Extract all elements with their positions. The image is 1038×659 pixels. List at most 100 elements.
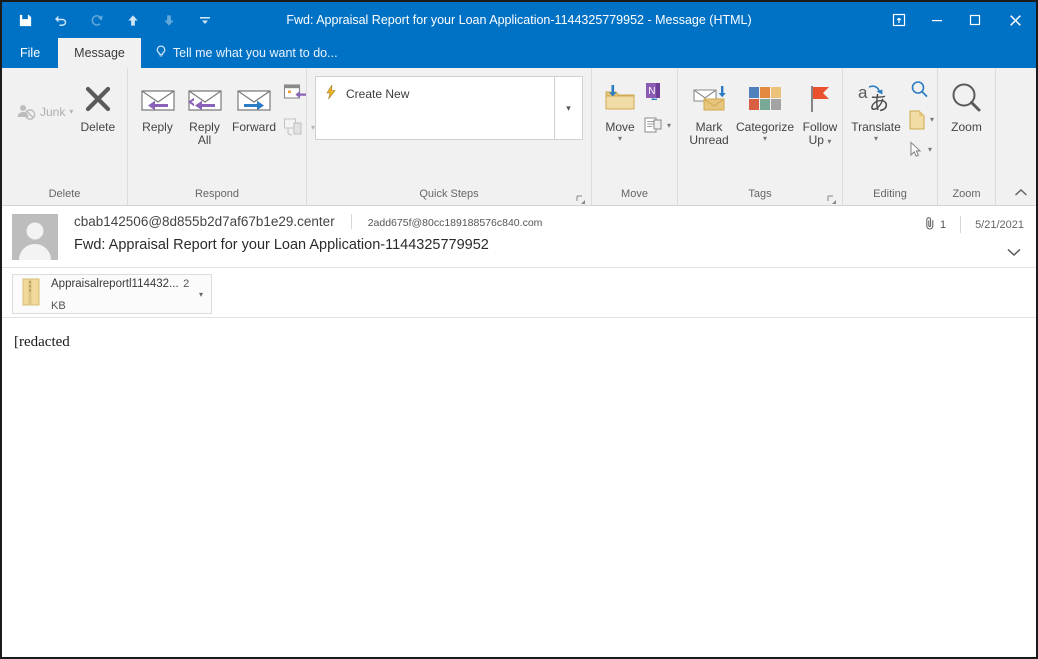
- message-subject: Fwd: Appraisal Report for your Loan Appl…: [74, 237, 489, 253]
- junk-label: Junk: [40, 104, 66, 119]
- group-label-quick-steps: Quick Steps: [307, 183, 591, 205]
- message-header-meta: 1 5/21/2021: [925, 216, 1024, 233]
- move-button[interactable]: Move ▾: [600, 74, 640, 143]
- mark-unread-icon: [690, 78, 728, 120]
- message-header: cbab142506@8d855b2d7af67b1e29.center 2ad…: [2, 206, 1036, 268]
- ribbon-group-move: Move ▾ N ▾ Move: [592, 68, 678, 205]
- quick-steps-dialog-launcher[interactable]: [576, 191, 586, 204]
- ribbon: Junk ▾ Delete Delete Reply Reply All For…: [2, 68, 1036, 206]
- follow-up-flag-icon: [803, 78, 837, 120]
- tell-me-box[interactable]: Tell me what you want to do...: [141, 38, 352, 68]
- move-label: Move: [605, 120, 635, 134]
- tab-file[interactable]: File: [2, 38, 59, 68]
- rules-caret-icon: ▾: [667, 121, 672, 130]
- tab-message[interactable]: Message: [58, 38, 141, 68]
- rules-button[interactable]: ▾: [640, 112, 674, 140]
- attachment-meta: Appraisalreportl114432... 2 KB: [51, 272, 191, 315]
- translate-button[interactable]: aあ Translate ▾: [849, 74, 903, 143]
- tags-dialog-launcher[interactable]: [827, 191, 837, 204]
- editing-small-buttons: ▾ ▾: [903, 74, 937, 164]
- forward-button[interactable]: Forward: [228, 74, 280, 135]
- attachment-dropdown-icon[interactable]: ▾: [199, 290, 205, 299]
- maximize-icon[interactable]: [956, 4, 994, 36]
- close-icon[interactable]: [994, 4, 1036, 36]
- group-label-delete: Delete: [48, 188, 81, 200]
- zip-file-icon: [19, 277, 43, 312]
- reply-all-button[interactable]: Reply All: [181, 74, 228, 147]
- forward-icon: [234, 78, 274, 120]
- delete-button[interactable]: Delete: [75, 74, 121, 135]
- collapse-ribbon-icon[interactable]: [1014, 186, 1028, 201]
- follow-up-label: Follow Up ▾: [802, 120, 838, 148]
- follow-up-button[interactable]: Follow Up ▾: [796, 74, 844, 147]
- ribbon-group-respond: Reply Reply All Forward ▾ Respond: [128, 68, 315, 205]
- reply-all-icon: [185, 78, 225, 120]
- mark-unread-button[interactable]: Mark Unread: [684, 74, 734, 147]
- touch-mode-icon[interactable]: [880, 4, 918, 36]
- ribbon-group-quick-steps: Create New ▾ Quick Steps: [307, 68, 592, 205]
- quick-steps-gallery[interactable]: Create New ▾: [315, 76, 583, 140]
- delete-label: Delete: [80, 120, 116, 134]
- quick-access-toolbar: [2, 9, 216, 31]
- reply-label: Reply: [142, 120, 173, 134]
- categorize-button[interactable]: Categorize ▾: [734, 74, 796, 143]
- window-controls: [880, 2, 1036, 38]
- attachment-name: Appraisalreportl114432...: [51, 278, 179, 291]
- delete-x-icon: [80, 78, 116, 120]
- translate-label: Translate: [851, 120, 901, 134]
- redo-icon: [86, 9, 108, 31]
- avatar: [12, 214, 58, 260]
- svg-text:あ: あ: [869, 93, 889, 115]
- message-participants: cbab142506@8d855b2d7af67b1e29.center 2ad…: [74, 214, 1026, 229]
- reply-icon: [138, 78, 178, 120]
- forward-label: Forward: [232, 120, 277, 134]
- expand-header-chevron-down-icon[interactable]: [1006, 244, 1022, 260]
- quick-step-label: Create New: [346, 86, 410, 101]
- find-document-button[interactable]: ▾: [903, 106, 937, 134]
- junk-button: Junk ▾: [8, 74, 73, 122]
- find-document-caret-icon: ▾: [930, 115, 935, 124]
- undo-icon[interactable]: [50, 9, 72, 31]
- sender-address[interactable]: cbab142506@8d855b2d7af67b1e29.center: [74, 214, 352, 229]
- message-body-text: [redacted: [14, 334, 70, 350]
- reply-button[interactable]: Reply: [134, 74, 181, 135]
- zoom-button[interactable]: Zoom: [944, 74, 989, 135]
- message-body[interactable]: [redacted: [2, 318, 1036, 657]
- up-arrow-icon[interactable]: [122, 9, 144, 31]
- title-bar: Fwd: Appraisal Report for your Loan Appl…: [2, 2, 1036, 38]
- tags-label-text: Tags: [748, 188, 772, 200]
- move-small-buttons: N ▾: [640, 74, 674, 140]
- onenote-button[interactable]: N: [640, 78, 674, 106]
- group-label-tags: Tags: [678, 183, 842, 205]
- customize-qat-icon[interactable]: [194, 9, 216, 31]
- categorize-label: Categorize: [735, 120, 795, 134]
- follow-up-caret-icon: ▾: [827, 137, 832, 147]
- group-label-respond: Respond: [194, 188, 240, 200]
- ribbon-tab-strip: File Message Tell me what you want to do…: [2, 38, 1036, 68]
- select-caret-icon: ▾: [928, 145, 933, 154]
- save-icon[interactable]: [14, 9, 36, 31]
- group-label-move: Move: [621, 188, 648, 200]
- ribbon-group-tags: Mark Unread Categorize ▾ Follow Up ▾ Tag…: [678, 68, 843, 205]
- lightning-bolt-icon: [324, 84, 338, 103]
- recipient-address[interactable]: 2add675f@80cc189188576c840.com: [352, 217, 543, 229]
- mark-unread-label: Mark Unread: [689, 120, 729, 148]
- attachment-item[interactable]: Appraisalreportl114432... 2 KB ▾: [12, 274, 212, 314]
- attachment-bar: Appraisalreportl114432... 2 KB ▾: [2, 268, 1036, 318]
- quick-steps-more-button[interactable]: ▾: [554, 77, 582, 139]
- ribbon-group-editing: aあ Translate ▾ ▾ ▾ Editing: [843, 68, 938, 205]
- minimize-icon[interactable]: [918, 4, 956, 36]
- tell-me-label: Tell me what you want to do...: [172, 46, 338, 60]
- message-header-text: cbab142506@8d855b2d7af67b1e29.center 2ad…: [58, 214, 1026, 253]
- quick-step-create-new[interactable]: Create New: [324, 84, 546, 103]
- find-button[interactable]: [903, 76, 937, 104]
- paperclip-icon: [925, 216, 936, 233]
- categorize-caret-icon: ▾: [762, 133, 767, 143]
- reply-all-label: Reply All: [189, 120, 220, 148]
- message-date: 5/21/2021: [975, 218, 1024, 231]
- translate-caret-icon: ▾: [873, 133, 878, 143]
- lightbulb-icon: [155, 45, 167, 62]
- select-button[interactable]: ▾: [903, 136, 937, 164]
- categorize-icon: [745, 78, 785, 120]
- down-arrow-icon: [158, 9, 180, 31]
